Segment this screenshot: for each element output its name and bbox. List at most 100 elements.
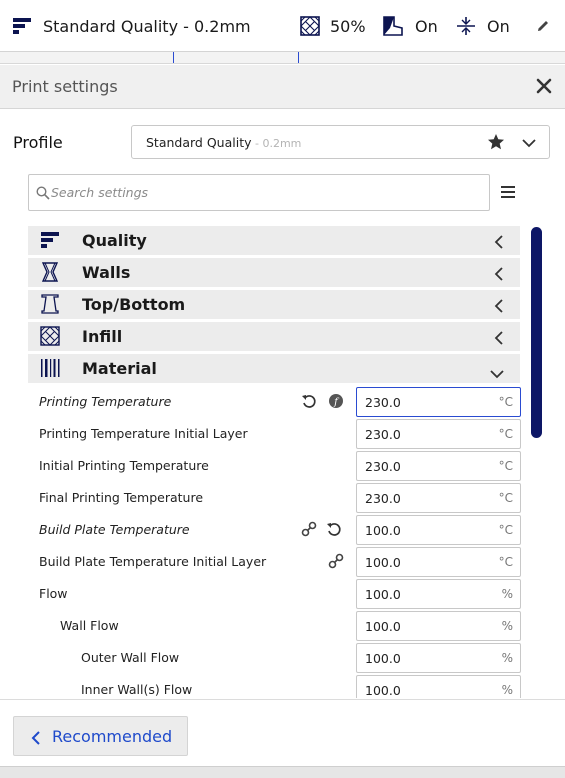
close-icon: [536, 78, 552, 94]
setting-label: Outer Wall Flow: [81, 650, 180, 665]
function-icon: f: [329, 394, 343, 408]
setting-value-field[interactable]: 230.0 °C: [356, 483, 521, 513]
edit-button[interactable]: [535, 0, 551, 52]
infill-summary[interactable]: 50%: [300, 0, 366, 52]
resize-handle[interactable]: [270, 770, 294, 776]
setting-initial-printing-temperature: Initial Printing Temperature 230.0 °C: [28, 450, 528, 482]
top-bottom-icon: [40, 294, 60, 318]
quality-icon: [40, 230, 60, 254]
category-top-bottom[interactable]: Top/Bottom: [28, 290, 520, 319]
setting-outer-wall-flow: Outer Wall Flow 100.0 %: [28, 642, 528, 674]
settings-visibility-menu-button[interactable]: [500, 184, 516, 200]
setting-value-field[interactable]: 100.0 %: [356, 643, 521, 673]
setting-value-field[interactable]: 100.0 %: [356, 611, 521, 641]
setting-label: Printing Temperature Initial Layer: [39, 426, 248, 441]
recommended-label: Recommended: [52, 727, 173, 746]
setting-label: Build Plate Temperature: [39, 522, 190, 537]
setting-label: Inner Wall(s) Flow: [81, 682, 193, 697]
setting-label: Wall Flow: [60, 618, 119, 633]
setting-unit: °C: [498, 395, 513, 409]
hamburger-icon: [501, 186, 515, 198]
infill-value: 50%: [330, 16, 366, 36]
profile-layer-height: - 0.2mm: [251, 137, 302, 150]
support-summary[interactable]: On: [382, 0, 438, 52]
reset-button[interactable]: [301, 393, 317, 413]
category-material[interactable]: Material: [28, 354, 520, 383]
setting-value-field[interactable]: 230.0 °C: [356, 387, 521, 417]
link-icon: [301, 521, 317, 537]
tab-divider: [298, 52, 299, 63]
setting-value: 100.0: [365, 523, 401, 538]
star-icon: [488, 134, 504, 150]
setting-unit: °C: [498, 555, 513, 569]
setting-label: Flow: [39, 586, 68, 601]
setting-unit: %: [501, 619, 513, 633]
chevron-left-icon: [494, 298, 504, 317]
profile-summary-label: Standard Quality - 0.2mm: [43, 16, 251, 36]
tab-strip: [0, 52, 565, 64]
support-icon: [383, 16, 403, 36]
quality-icon: [13, 18, 31, 34]
reset-icon: [327, 523, 341, 536]
setting-value: 100.0: [365, 555, 401, 570]
setting-value: 100.0: [365, 683, 401, 698]
setting-label: Build Plate Temperature Initial Layer: [39, 554, 267, 569]
category-walls[interactable]: Walls: [28, 258, 520, 287]
setting-unit: %: [501, 683, 513, 697]
print-settings-header: Print settings: [0, 65, 565, 109]
category-label: Material: [82, 359, 157, 378]
chevron-left-icon: [494, 330, 504, 349]
setting-build-plate-temperature-initial-layer: Build Plate Temperature Initial Layer 10…: [28, 546, 528, 578]
setting-printing-temperature: Printing Temperature f 230.0 °C: [28, 386, 528, 418]
setting-build-plate-temperature: Build Plate Temperature 100.0 °C: [28, 514, 528, 546]
adhesion-value: On: [487, 16, 510, 36]
pencil-icon: [538, 21, 548, 31]
category-label: Walls: [82, 263, 131, 282]
profile-dropdown[interactable]: Standard Quality - 0.2mm: [131, 125, 550, 159]
setting-unit: %: [501, 587, 513, 601]
walls-icon: [40, 262, 60, 286]
tab-divider: [173, 52, 174, 63]
category-quality[interactable]: Quality: [28, 226, 520, 255]
scrollbar-thumb[interactable]: [531, 227, 542, 438]
search-input[interactable]: [51, 181, 471, 203]
settings-list: Quality Walls Top/Bottom Infill Material…: [0, 226, 540, 698]
panel-title: Print settings: [12, 77, 118, 96]
setting-printing-temperature-initial-layer: Printing Temperature Initial Layer 230.0…: [28, 418, 528, 450]
adhesion-summary[interactable]: On: [456, 0, 510, 52]
function-button[interactable]: f: [328, 393, 344, 413]
linked-setting-button[interactable]: [301, 521, 317, 541]
setting-label: Final Printing Temperature: [39, 490, 204, 505]
chevron-down-icon: [490, 364, 504, 383]
setting-value: 100.0: [365, 651, 401, 666]
chevron-left-icon: [31, 730, 41, 749]
linked-setting-button[interactable]: [328, 553, 344, 573]
search-box: [28, 174, 490, 211]
setting-value: 230.0: [365, 459, 401, 474]
category-infill[interactable]: Infill: [28, 322, 520, 351]
setting-value-field[interactable]: 230.0 °C: [356, 451, 521, 481]
setting-label: Initial Printing Temperature: [39, 458, 209, 473]
setting-value-field[interactable]: 100.0 %: [356, 675, 521, 698]
setting-value: 230.0: [365, 491, 401, 506]
favorite-button[interactable]: [487, 133, 505, 155]
setting-value-field[interactable]: 100.0 %: [356, 579, 521, 609]
setting-unit: °C: [498, 459, 513, 473]
category-label: Top/Bottom: [82, 295, 186, 314]
setting-unit: °C: [498, 523, 513, 537]
setting-value-field[interactable]: 230.0 °C: [356, 419, 521, 449]
profile-dropdown-value: Standard Quality - 0.2mm: [146, 135, 301, 150]
setting-value-field[interactable]: 100.0 °C: [356, 515, 521, 545]
search-icon: [36, 185, 50, 204]
recommended-button[interactable]: Recommended: [13, 716, 188, 756]
chevron-left-icon: [494, 234, 504, 253]
chevron-left-icon: [494, 266, 504, 285]
link-icon: [328, 553, 344, 569]
setting-value: 100.0: [365, 587, 401, 602]
profile-summary[interactable]: Standard Quality - 0.2mm: [12, 0, 251, 52]
setting-value-field[interactable]: 100.0 °C: [356, 547, 521, 577]
reset-button[interactable]: [326, 521, 342, 541]
setting-label: Printing Temperature: [39, 394, 172, 409]
close-button[interactable]: [533, 75, 555, 97]
setting-value: 100.0: [365, 619, 401, 634]
